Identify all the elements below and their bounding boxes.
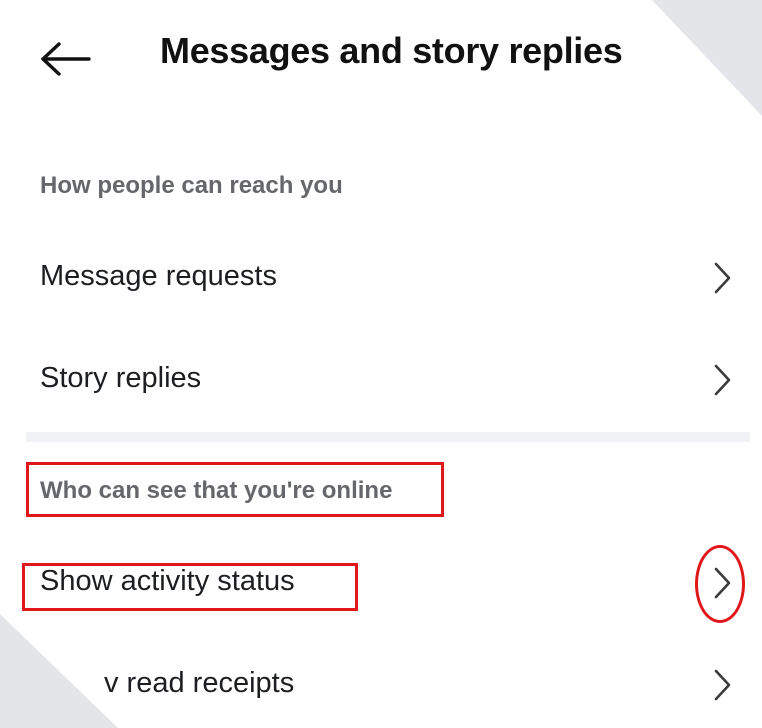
page-title: Messages and story replies: [160, 30, 623, 71]
section-header-reach: How people can reach you: [40, 172, 343, 199]
chevron-right-icon: [708, 667, 736, 703]
read-receipts-row[interactable]: v read receipts: [0, 645, 762, 725]
read-receipts-label: v read receipts: [104, 667, 295, 699]
show-activity-status-label: Show activity status: [40, 565, 295, 597]
chevron-right-icon: [708, 260, 736, 296]
section-header-online: Who can see that you're online: [40, 477, 393, 504]
story-replies-row[interactable]: Story replies: [0, 340, 762, 420]
chevron-right-icon: [708, 565, 736, 601]
message-requests-row[interactable]: Message requests: [0, 238, 762, 318]
back-button[interactable]: [38, 38, 94, 80]
message-requests-label: Message requests: [40, 260, 277, 292]
chevron-right-icon: [708, 362, 736, 398]
show-activity-status-row[interactable]: Show activity status: [0, 543, 762, 623]
section-divider: [26, 432, 750, 442]
settings-panel: Messages and story replies How people ca…: [0, 0, 762, 728]
story-replies-label: Story replies: [40, 362, 202, 394]
arrow-left-icon: [41, 42, 91, 76]
header: Messages and story replies: [0, 0, 762, 110]
